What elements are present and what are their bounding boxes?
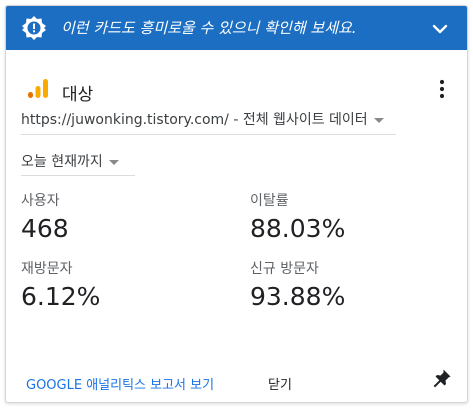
- pin-icon[interactable]: [432, 368, 452, 388]
- stat-value-new-visitors: 93.88%: [250, 282, 346, 311]
- date-range-label: 오늘 현재까지: [21, 154, 103, 170]
- more-vert-icon[interactable]: [434, 78, 450, 100]
- analytics-card: 이런 카드도 흥미로울 수 있으니 확인해 보세요. 대상 https://ju…: [5, 5, 468, 403]
- property-selector-underline: [21, 134, 396, 135]
- stat-label-users: 사용자: [21, 193, 60, 209]
- property-separator: -: [228, 112, 243, 128]
- card-title: 대상: [62, 85, 94, 105]
- dropdown-arrow-icon: [373, 117, 384, 123]
- google-analytics-icon: [28, 79, 48, 98]
- date-range-underline: [21, 175, 135, 176]
- property-selector[interactable]: https://juwonking.tistory.com/ - 전체 웹사이트…: [21, 109, 384, 129]
- stat-value-bounce-rate: 88.03%: [250, 214, 346, 243]
- chevron-down-icon[interactable]: [430, 19, 450, 39]
- stat-value-returning-visitors: 6.12%: [21, 282, 101, 311]
- stat-label-bounce-rate: 이탈률: [250, 193, 289, 209]
- analytics-report-link[interactable]: GOOGLE 애널리틱스 보고서 보기: [26, 374, 214, 393]
- property-url: https://juwonking.tistory.com/: [21, 112, 229, 128]
- property-view: 전체 웹사이트 데이터: [242, 112, 368, 128]
- banner-text: 이런 카드도 흥미로울 수 있으니 확인해 보세요.: [61, 19, 357, 37]
- stat-label-returning-visitors: 재방문자: [21, 261, 73, 277]
- stat-label-new-visitors: 신규 방문자: [250, 261, 319, 277]
- date-range-selector[interactable]: 오늘 현재까지: [21, 151, 119, 171]
- suggestion-banner[interactable]: 이런 카드도 흥미로울 수 있으니 확인해 보세요.: [6, 6, 467, 50]
- close-button[interactable]: 닫기: [268, 374, 292, 393]
- stat-value-users: 468: [21, 214, 69, 243]
- badge-alert-icon: [22, 16, 46, 40]
- dropdown-arrow-icon: [108, 159, 119, 165]
